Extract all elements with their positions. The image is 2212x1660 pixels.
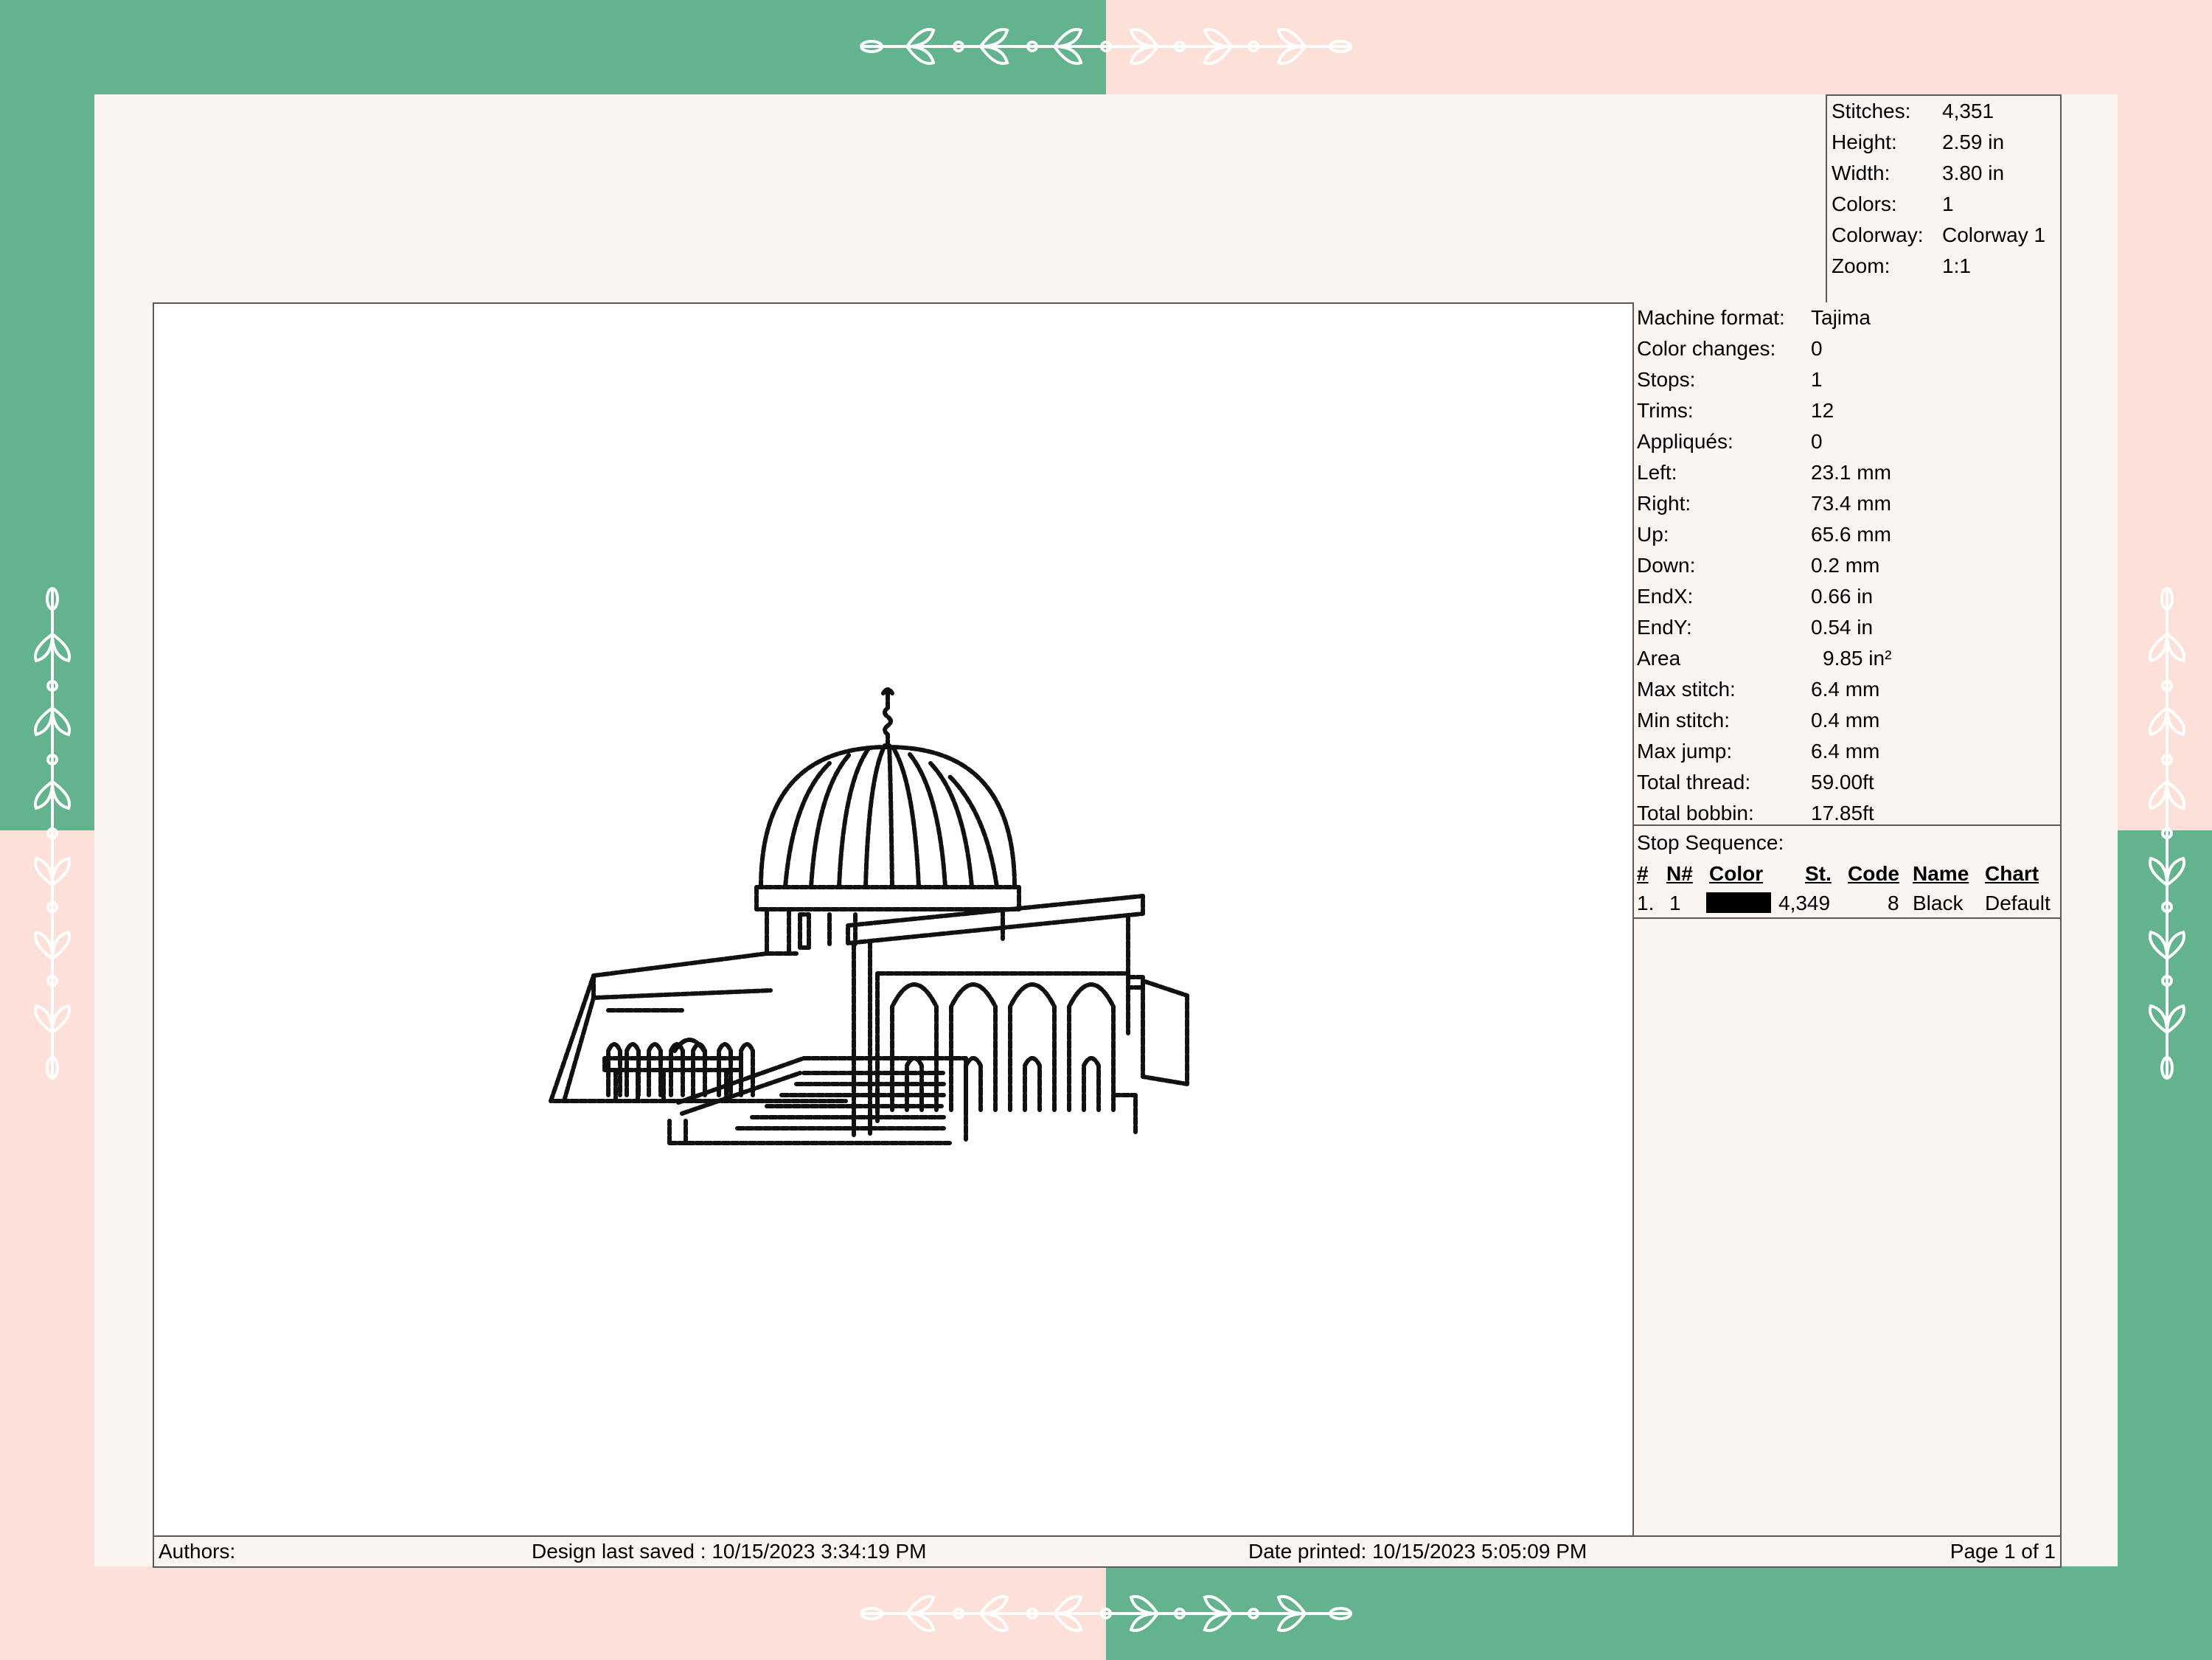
footer-authors: Authors: [159,1540,236,1563]
footer-design-saved: Design last saved : 10/15/2023 3:34:19 P… [532,1540,927,1563]
stop-sequence-title: Stop Sequence: [1637,831,1784,854]
footer-page-number: Page 1 of 1 [1950,1540,2056,1563]
design-details-panel: Machine format: Tajima Color changes: 0 St… [1632,302,2062,1535]
col-header-name: Name [1913,862,1969,885]
footer-date-printed: Date printed: 10/15/2023 5:05:09 PM [1248,1540,1587,1563]
col-header-code: Code [1848,862,1899,885]
stop-row-code: 8 [1888,892,1899,914]
vine-ornament-top-icon [860,28,1352,65]
col-header-chart: Chart [1985,862,2039,885]
col-header-color: Color [1709,862,1764,885]
page-footer: Authors: Design last saved : 10/15/2023 … [153,1535,2062,1568]
vine-ornament-bottom-icon [860,1595,1352,1632]
col-header-num: # [1637,862,1649,885]
stop-row-n-num: 1 [1669,892,1681,914]
thread-color-swatch [1706,892,1771,913]
stop-row-num: 1. [1637,892,1655,914]
stop-row-name: Black [1913,892,1964,914]
col-header-st: St. [1805,862,1832,885]
col-header-n-num: N# [1666,862,1693,885]
divider [1634,824,2060,826]
stop-row-chart: Default [1985,892,2051,914]
design-summary-box: Stitches: 4,351 Height: 2.59 in Width: 3.80… [1826,94,2062,304]
vine-ornament-left-icon [34,587,71,1080]
vine-ornament-right-icon [2149,587,2185,1080]
dome-of-the-rock-embroidery-design [549,687,1189,1145]
divider [1634,917,2060,919]
stop-row-stitches: 4,349 [1778,892,1831,914]
